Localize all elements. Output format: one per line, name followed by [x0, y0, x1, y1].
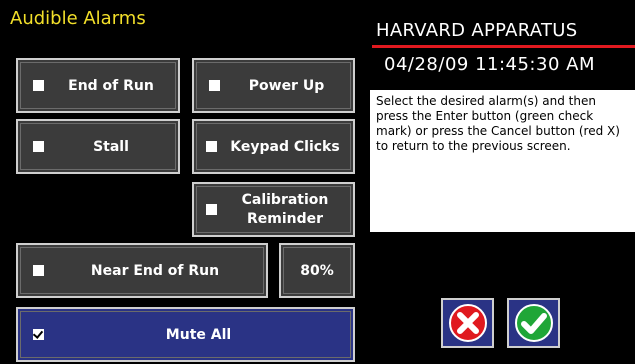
mute-all-label: Mute All — [165, 326, 232, 343]
checkbox-checked[interactable] — [33, 329, 44, 340]
alarm-end-of-run-button[interactable]: End of Run — [16, 58, 180, 113]
alarm-near-end-of-run-button[interactable]: Near End of Run — [16, 243, 268, 298]
checkbox[interactable] — [33, 141, 44, 152]
label-line-2: Reminder — [246, 210, 324, 227]
cancel-x-icon — [448, 304, 487, 342]
alarm-calibration-reminder-button[interactable]: Calibration Reminder — [192, 182, 355, 237]
enter-button[interactable] — [507, 298, 560, 348]
divider-line — [372, 45, 635, 48]
alarm-end-of-run-label: End of Run — [68, 77, 154, 94]
screen-title: Audible Alarms — [10, 8, 146, 29]
help-text: Select the desired alarm(s) and then pre… — [370, 90, 635, 232]
check-mark-icon — [514, 304, 553, 342]
alarm-power-up-label: Power Up — [248, 77, 325, 94]
alarm-near-end-of-run-label: Near End of Run — [90, 262, 220, 279]
checkbox[interactable] — [206, 204, 217, 215]
cancel-button[interactable] — [441, 298, 494, 348]
checkbox[interactable] — [33, 265, 44, 276]
label-line-1: Calibration — [241, 191, 329, 208]
alarm-power-up-button[interactable]: Power Up — [192, 58, 355, 113]
checkbox[interactable] — [209, 80, 220, 91]
checkbox[interactable] — [206, 141, 217, 152]
alarm-keypad-clicks-button[interactable]: Keypad Clicks — [192, 119, 355, 174]
alarm-stall-button[interactable]: Stall — [16, 119, 180, 174]
mute-all-button[interactable]: Mute All — [16, 307, 355, 362]
near-end-percent-button[interactable]: 80% — [279, 243, 355, 298]
datetime-display: 04/28/09 11:45:30 AM — [384, 54, 595, 75]
alarm-stall-label: Stall — [93, 138, 129, 155]
alarm-keypad-clicks-label: Keypad Clicks — [230, 138, 340, 155]
checkbox[interactable] — [33, 80, 44, 91]
alarm-calibration-reminder-label: Calibration Reminder — [217, 191, 353, 229]
brand-name: HARVARD APPARATUS — [376, 20, 578, 41]
